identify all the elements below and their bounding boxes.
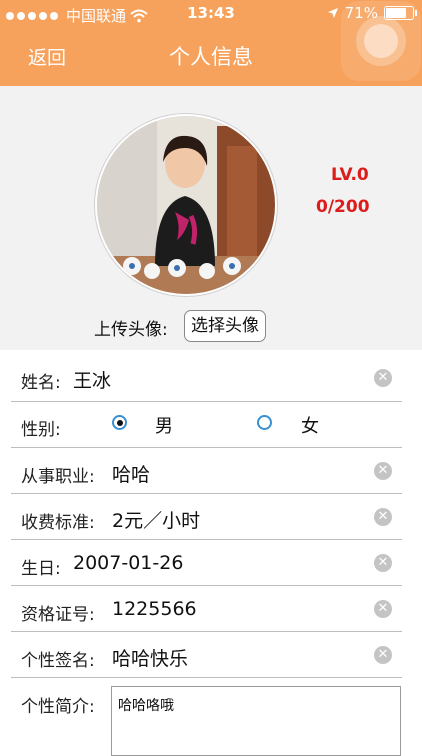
occupation-label: 从事职业: [21, 467, 95, 487]
signature-row: 个性签名: 哈哈快乐 ✕ [0, 632, 422, 678]
choose-avatar-button[interactable]: 选择头像 [184, 310, 266, 342]
gender-row: 性别: 男 女 [0, 402, 422, 448]
divider [11, 677, 402, 678]
clear-icon[interactable]: ✕ [374, 554, 392, 572]
fee-label: 收费标准: [21, 513, 95, 533]
birthday-row: 生日: 2007-01-26 ✕ [0, 540, 422, 586]
occupation-field[interactable]: 哈哈 [112, 460, 150, 487]
signature-label: 个性签名: [21, 651, 95, 671]
gender-label: 性别: [21, 420, 61, 440]
name-label: 姓名: [21, 373, 61, 393]
clear-icon[interactable]: ✕ [374, 462, 392, 480]
gender-male-label: 男 [155, 416, 173, 437]
cert-row: 资格证号: 1225566 ✕ [0, 586, 422, 632]
clear-icon[interactable]: ✕ [374, 508, 392, 526]
gender-female-label: 女 [301, 416, 319, 437]
fee-field[interactable]: 2元／小时 [112, 506, 200, 533]
birthday-field[interactable]: 2007-01-26 [73, 552, 183, 574]
gender-male-radio[interactable] [112, 415, 127, 430]
points-progress: 0/200 [316, 197, 370, 217]
level-badge: LV.0 [331, 165, 369, 185]
fee-row: 收费标准: 2元／小时 ✕ [0, 494, 422, 540]
name-field[interactable]: 王冰 [73, 366, 111, 393]
gender-female-radio[interactable] [257, 415, 272, 430]
clear-icon[interactable]: ✕ [374, 600, 392, 618]
location-icon [327, 8, 338, 18]
avatar-photo [97, 116, 275, 294]
birthday-label: 生日: [21, 559, 61, 579]
cert-label: 资格证号: [21, 605, 95, 625]
intro-textarea[interactable]: 哈哈咯哦 [111, 686, 401, 756]
clear-icon[interactable]: ✕ [374, 646, 392, 664]
cert-field[interactable]: 1225566 [112, 598, 197, 620]
clear-icon[interactable]: ✕ [374, 369, 392, 387]
profile-header: LV.0 0/200 上传头像: 选择头像 [0, 86, 422, 350]
assistive-touch-button[interactable] [341, 1, 421, 81]
name-row: 姓名: 王冰 ✕ [0, 350, 422, 402]
intro-label: 个性简介: [21, 697, 95, 717]
signature-field[interactable]: 哈哈快乐 [112, 644, 188, 671]
avatar[interactable] [95, 114, 277, 296]
occupation-row: 从事职业: 哈哈 ✕ [0, 448, 422, 494]
upload-avatar-label: 上传头像: [94, 320, 168, 340]
